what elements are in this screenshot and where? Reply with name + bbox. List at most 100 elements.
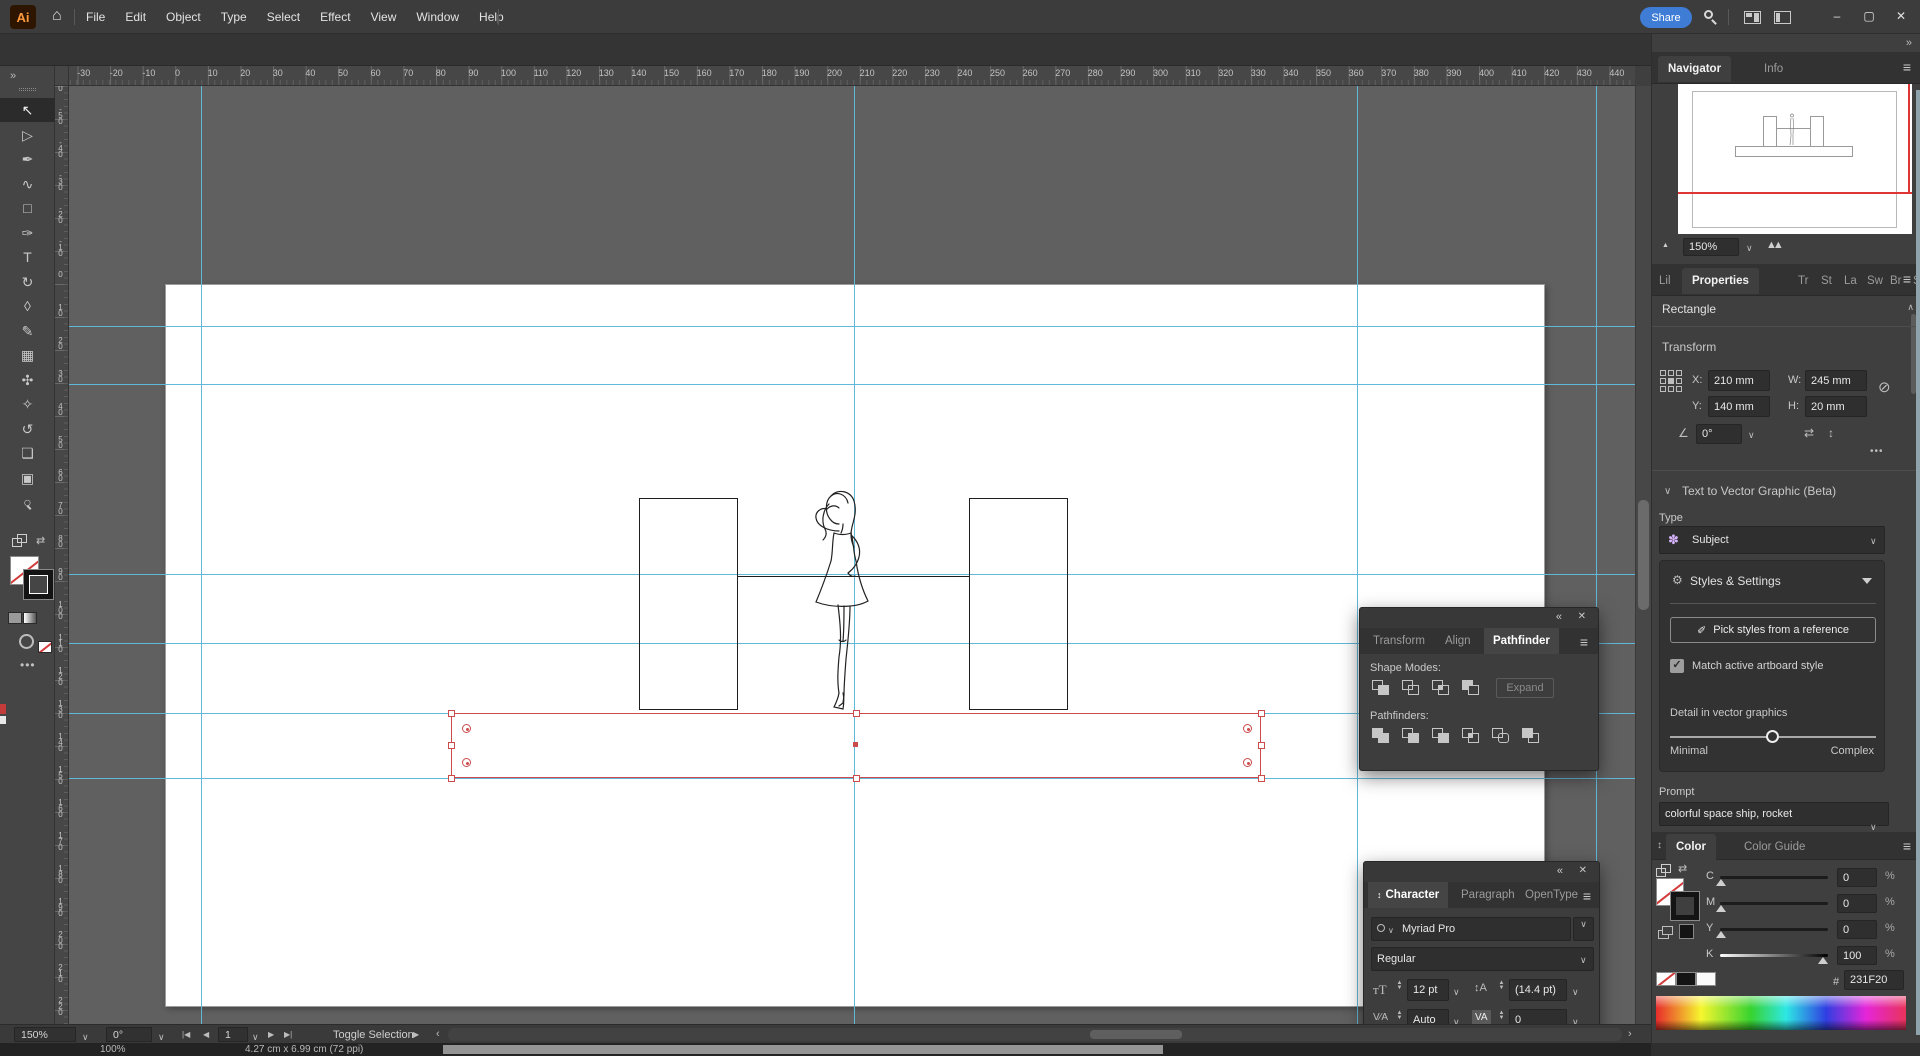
tab-br[interactable]: Br [1888, 268, 1904, 294]
rotate-angle-input[interactable] [1696, 424, 1742, 444]
match-artboard-checkbox[interactable]: ✓ [1670, 659, 1684, 673]
slider-knob-k[interactable] [1818, 957, 1828, 964]
rectangle-tool[interactable]: □ [0, 196, 55, 220]
font-style-field[interactable]: Regular [1371, 947, 1594, 971]
tab-character[interactable]: ↕ Character [1368, 882, 1448, 908]
leading-stepper[interactable]: ▲▼ [1496, 981, 1507, 991]
ruler-corner[interactable] [55, 66, 69, 86]
vertical-ruler[interactable]: -60-50-40-30-20-100102030405060708090100… [55, 86, 69, 1024]
first-artboard-icon[interactable]: |◀ [182, 1030, 190, 1039]
unite-icon[interactable] [1372, 680, 1391, 696]
statusbar-rotation-chevron-icon[interactable]: ∨ [158, 1032, 165, 1043]
white-swatch[interactable] [1696, 972, 1716, 986]
slider-knob-y[interactable] [1716, 931, 1726, 938]
slider-track-c[interactable] [1720, 876, 1828, 879]
w-input[interactable] [1805, 370, 1867, 391]
toolbar-grip[interactable] [19, 88, 36, 91]
tab-color-guide[interactable]: Color Guide [1734, 834, 1815, 860]
styles-settings-header[interactable]: Styles & Settings [1690, 574, 1781, 588]
twirl-tool[interactable]: ↺ [0, 417, 55, 441]
x-input[interactable] [1708, 370, 1770, 391]
canvas-horizontal-scrollbar[interactable] [448, 1028, 1622, 1041]
stroke-swatch[interactable] [24, 570, 53, 599]
menu-help[interactable]: Help [479, 10, 504, 24]
swap-fill-stroke-icon[interactable]: ⇄ [36, 534, 45, 547]
constrain-proportions-icon[interactable]: ⊘ [1878, 378, 1891, 396]
zoom-tool[interactable]: ○ [0, 490, 55, 514]
artboard-tool[interactable]: ▣ [0, 466, 55, 490]
h-input[interactable] [1805, 396, 1867, 417]
tab-pathfinder[interactable]: Pathfinder [1484, 628, 1559, 654]
character-menu-icon[interactable]: ≡ [1583, 888, 1591, 904]
slider-track-m[interactable] [1720, 902, 1828, 905]
tab-color[interactable]: Color [1666, 834, 1716, 860]
color-mode-none[interactable] [38, 641, 52, 653]
search-icon[interactable] [1704, 10, 1718, 24]
menu-effect[interactable]: Effect [320, 10, 350, 24]
live-corner-nw[interactable] [462, 724, 471, 733]
more-tools-icon[interactable]: ••• [20, 658, 36, 672]
guide-vertical-1[interactable] [201, 86, 202, 1024]
font-size-stepper[interactable]: ▲▼ [1394, 981, 1405, 991]
detail-slider[interactable] [1670, 736, 1876, 738]
home-icon[interactable]: ⌂ [52, 7, 62, 25]
pathfinder-close-icon[interactable]: ✕ [1578, 611, 1586, 622]
guide-horizontal-1[interactable] [69, 326, 1635, 327]
font-family-field[interactable]: Myriad Pro [1371, 917, 1571, 941]
artboard-number-field[interactable]: 1 [218, 1027, 248, 1042]
slider-value-y[interactable] [1837, 920, 1877, 939]
minus-back-icon[interactable] [1522, 728, 1541, 744]
tracking-stepper[interactable]: ▲▼ [1496, 1011, 1507, 1021]
minus-front-icon[interactable] [1402, 680, 1421, 696]
ttv-type-dropdown[interactable]: Subject [1659, 526, 1885, 554]
pathfinder-menu-icon[interactable]: ≡ [1580, 634, 1588, 650]
character-titlebar[interactable]: « ✕ [1364, 862, 1599, 882]
vscroll-thumb[interactable] [1638, 500, 1649, 610]
crop-icon[interactable] [1462, 728, 1481, 744]
statusbar-play-icon[interactable]: ▶ [413, 1030, 419, 1039]
color-menu-icon[interactable]: ≡ [1903, 838, 1911, 854]
width-tool[interactable]: ✣ [0, 368, 55, 392]
eraser-tool[interactable]: ◊ [0, 294, 55, 318]
tab-info[interactable]: Info [1754, 56, 1793, 82]
horizontal-ruler[interactable]: -30-20-100102030405060708090100110120130… [69, 66, 1635, 86]
slider-value-c[interactable] [1837, 868, 1877, 887]
pen-tool[interactable]: ✒ [0, 147, 55, 171]
selection-handle-ne[interactable] [1258, 710, 1265, 717]
outline-icon[interactable] [1492, 728, 1511, 744]
guide-horizontal-2[interactable] [69, 384, 1635, 385]
hscroll-left-icon[interactable]: ‹ [436, 1028, 440, 1040]
exclude-icon[interactable] [1462, 680, 1481, 696]
next-artboard-icon[interactable]: ▶ [268, 1030, 274, 1039]
y-input[interactable] [1708, 396, 1770, 417]
canvas-vertical-scrollbar[interactable] [1635, 86, 1651, 1024]
statusbar-rotation-field[interactable]: 0° [106, 1027, 152, 1042]
leading-chevron-icon[interactable]: ∨ [1572, 987, 1579, 998]
intersect-icon[interactable] [1432, 680, 1451, 696]
selection-handle-se[interactable] [1258, 775, 1265, 782]
rotate-angle-chevron-icon[interactable]: ∨ [1748, 430, 1755, 441]
tab-paragraph[interactable]: Paragraph [1452, 882, 1524, 908]
navigator-menu-icon[interactable]: ≡ [1903, 59, 1911, 75]
shaper-tool[interactable]: ✎ [0, 319, 55, 343]
paintbrush-tool[interactable]: ✑ [0, 221, 55, 245]
color-mode-gradient[interactable] [23, 612, 37, 624]
close-button[interactable]: ✕ [1890, 6, 1912, 26]
maximize-button[interactable]: ▢ [1858, 6, 1880, 26]
merge-icon[interactable] [1432, 728, 1451, 744]
menu-window[interactable]: Window [416, 10, 459, 24]
kerning-stepper[interactable]: ▲▼ [1394, 1011, 1405, 1021]
flip-vertical-icon[interactable]: ↕ [1828, 426, 1834, 440]
ttv-type-chevron-icon[interactable]: ∨ [1870, 536, 1877, 547]
guide-horizontal-6[interactable] [69, 778, 1635, 779]
slider-knob-c[interactable] [1716, 879, 1726, 886]
slider-track-k[interactable] [1720, 954, 1828, 957]
font-style-chevron-icon[interactable]: ∨ [1580, 955, 1587, 966]
statusbar-zoom-chevron-icon[interactable]: ∨ [82, 1032, 89, 1043]
font-size-chevron-icon[interactable]: ∨ [1453, 987, 1460, 998]
last-artboard-icon[interactable]: ▶| [284, 1030, 292, 1039]
prompt-input[interactable] [1659, 802, 1889, 826]
selection-handle-s[interactable] [853, 775, 860, 782]
artwork-rectangle-right[interactable] [969, 498, 1068, 710]
leading-input[interactable] [1509, 979, 1567, 1001]
